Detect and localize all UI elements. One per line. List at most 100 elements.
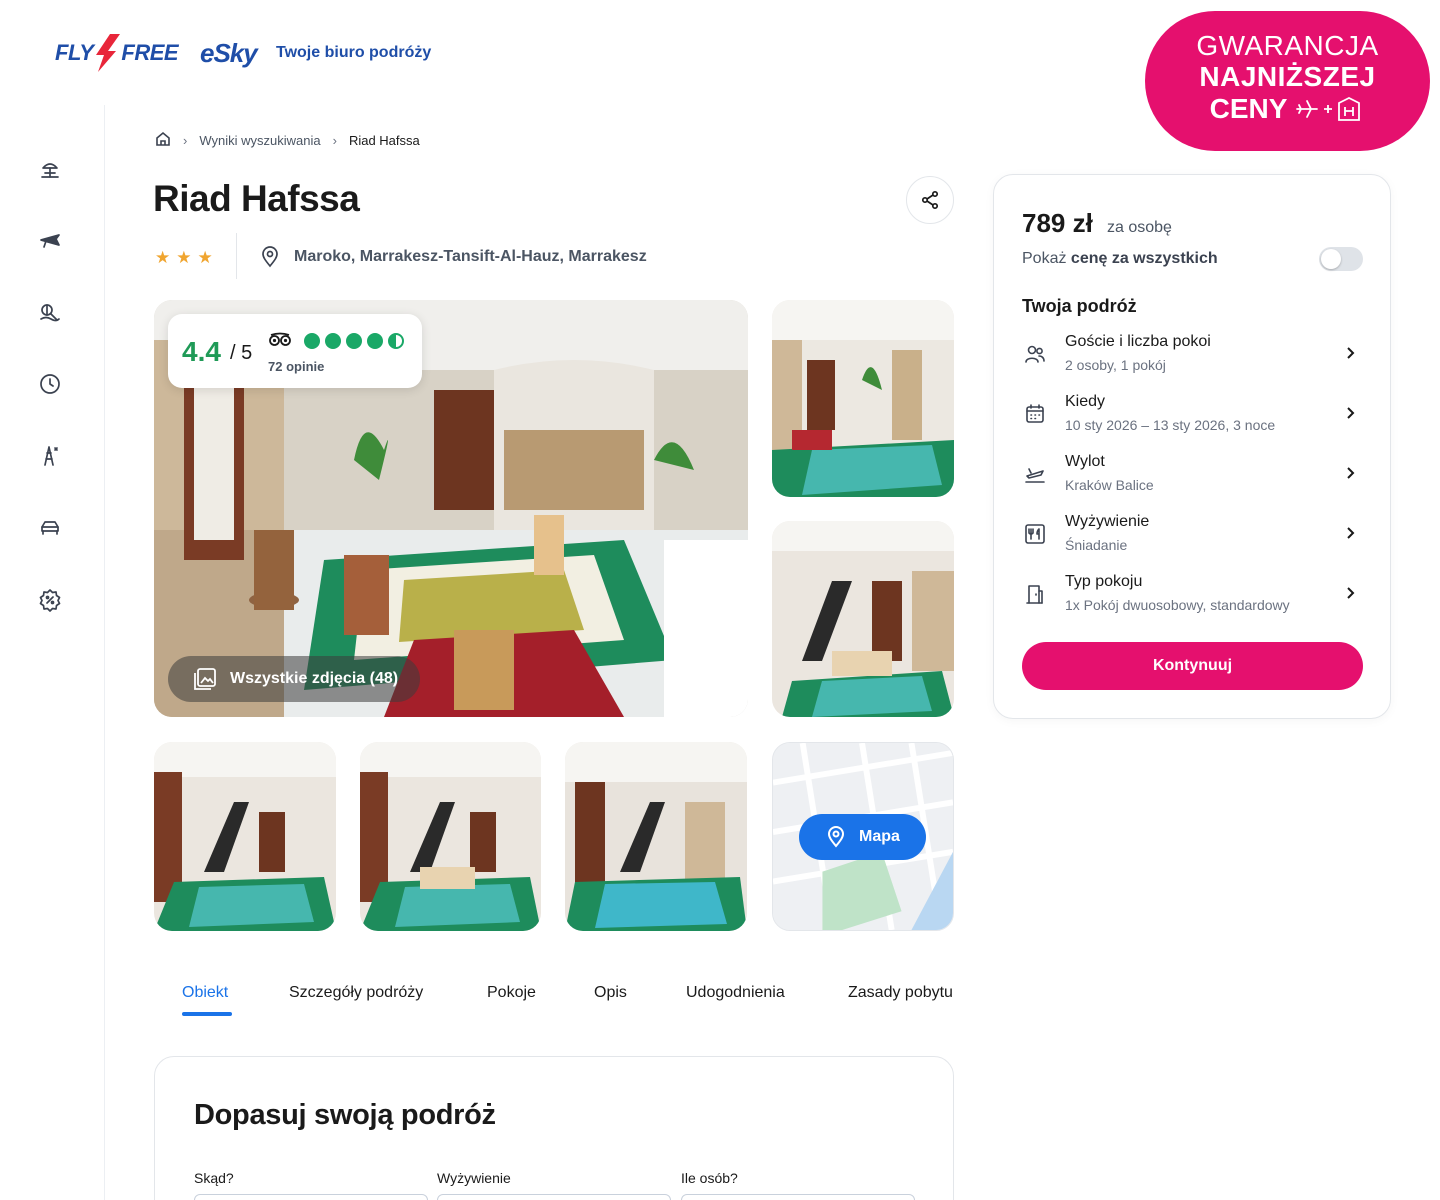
tab-pokoje[interactable]: Pokoje: [487, 984, 536, 1002]
option-dates[interactable]: Kiedy 10 sty 2026 – 13 sty 2026, 3 noce: [1022, 393, 1362, 443]
all-photos-label: Wszystkie zdjęcia (48): [230, 670, 399, 687]
lowest-price-guarantee-badge[interactable]: GWARANCJA NAJNIŻSZEJ CENY: [1145, 11, 1430, 151]
rating-card[interactable]: 4.4 / 5 72 opinie: [168, 314, 422, 388]
show-total-prefix: Pokaż: [1022, 250, 1067, 267]
car-icon[interactable]: [38, 516, 62, 540]
price-per-person-label: za osobę: [1107, 219, 1172, 236]
option-meals[interactable]: Wyżywienie Śniadanie: [1022, 513, 1362, 563]
hotel-title: Riad Hafssa: [153, 178, 360, 219]
rating-out-of: / 5: [230, 342, 253, 364]
courtyard-photo: [772, 300, 954, 497]
option-guests-rooms[interactable]: Goście i liczba pokoi 2 osoby, 1 pokój: [1022, 333, 1362, 383]
option-departure[interactable]: Wylot Kraków Balice: [1022, 453, 1362, 503]
breadcrumb-current: Riad Hafssa: [348, 133, 420, 148]
share-icon: [921, 190, 939, 210]
section-tabs: Obiekt Szczegóły podróży Pokoje Opis Udo…: [154, 970, 954, 1020]
bubble-full-icon: [304, 333, 320, 349]
all-photos-button[interactable]: Wszystkie zdjęcia (48): [168, 656, 420, 702]
tripadvisor-owl-icon: [269, 332, 291, 346]
option-value: 10 sty 2026 – 13 sty 2026, 3 noce: [1065, 417, 1276, 433]
courtyard-photo: [360, 742, 541, 931]
continue-button[interactable]: Kontynuuj: [1022, 642, 1363, 690]
map-button-label: Mapa: [859, 828, 900, 845]
home-icon[interactable]: [155, 131, 171, 150]
hotel-location[interactable]: Maroko, Marrakesz-Tansift-Al-Hauz, Marra…: [258, 245, 647, 269]
gallery-photo[interactable]: [772, 300, 954, 497]
gallery-photo[interactable]: [154, 742, 336, 931]
plane-plus-hotel-icon: [1296, 96, 1361, 121]
guests-field-label: Ile osób?: [681, 1170, 738, 1186]
beach-umbrella-icon[interactable]: [38, 157, 62, 181]
star-icon: ★: [197, 248, 213, 267]
booking-card: 789 zł za osobę Pokaż cenę za wszystkich…: [993, 174, 1391, 719]
courtyard-stairs-photo: [772, 521, 954, 717]
adjust-trip-title: Dopasuj swoją podróż: [194, 1099, 496, 1131]
option-value: 1x Pokój dwuosobowy, standardowy: [1065, 597, 1290, 613]
guarantee-line-1: GWARANCJA: [1196, 30, 1379, 61]
option-room-type[interactable]: Typ pokoju 1x Pokój dwuosobowy, standard…: [1022, 573, 1362, 623]
your-trip-title: Twoja podróż: [1022, 296, 1137, 316]
show-total-price-label: Pokaż cenę za wszystkich: [1022, 250, 1218, 268]
adjust-trip-card: Dopasuj swoją podróż Skąd? Wyżywienie Il…: [154, 1056, 954, 1200]
guests-field[interactable]: [681, 1194, 915, 1200]
rating-score: 4.4: [182, 336, 221, 367]
show-total-bold: cenę za wszystkich: [1070, 250, 1218, 267]
chevron-right-icon: [1340, 343, 1360, 363]
plane-takeoff-icon: [1024, 463, 1046, 485]
option-label: Wylot: [1065, 453, 1105, 470]
calendar-icon: [1024, 403, 1046, 425]
price: 789 zł: [1022, 208, 1093, 238]
guarantee-line-3: CENY: [1209, 93, 1288, 124]
chevron-right-icon: [1340, 583, 1360, 603]
clock-icon[interactable]: [38, 372, 62, 396]
share-button[interactable]: [906, 176, 954, 224]
gallery-photo[interactable]: [772, 521, 954, 717]
hotel-location-text: Maroko, Marrakesz-Tansift-Al-Hauz, Marra…: [294, 248, 647, 265]
active-tab-indicator: [182, 1012, 232, 1016]
option-label: Wyżywienie: [1065, 513, 1150, 530]
island-icon[interactable]: [38, 300, 62, 324]
left-sidebar: [0, 105, 105, 1200]
header: FLY FREE eSky Twoje biuro podróży GWARAN…: [0, 0, 1440, 151]
location-pin-icon: [262, 246, 278, 268]
location-pin-icon: [827, 826, 845, 848]
door-icon: [1024, 583, 1046, 605]
hotel-stars: ★ ★ ★: [155, 249, 213, 266]
esky-logo[interactable]: eSky: [200, 38, 258, 69]
bubble-full-icon: [346, 333, 362, 349]
gallery-photo[interactable]: [565, 742, 747, 931]
flyfree-bolt-icon: [96, 34, 121, 72]
courtyard-photo: [154, 742, 336, 931]
courtyard-photo: [565, 742, 747, 931]
flyfree-logo[interactable]: FLY FREE: [55, 34, 179, 72]
board-field[interactable]: [437, 1194, 671, 1200]
guests-icon: [1024, 343, 1046, 365]
tab-obiekt[interactable]: Obiekt: [182, 984, 228, 1002]
from-field[interactable]: [194, 1194, 428, 1200]
gallery-photo[interactable]: [360, 742, 541, 931]
bubble-half-icon: [388, 333, 404, 349]
eiffel-tower-icon[interactable]: [38, 444, 62, 468]
chevron-right-icon: [1340, 463, 1360, 483]
breadcrumb: › Wyniki wyszukiwania › Riad Hafssa: [155, 131, 420, 150]
tab-szczegoly-podrozy[interactable]: Szczegóły podróży: [289, 984, 423, 1002]
option-value: Kraków Balice: [1065, 477, 1154, 493]
tab-udogodnienia[interactable]: Udogodnienia: [686, 984, 785, 1002]
guarantee-line-2: NAJNIŻSZEJ: [1199, 61, 1376, 92]
option-value: 2 osoby, 1 pokój: [1065, 357, 1166, 373]
chevron-right-icon: [1340, 523, 1360, 543]
chevron-right-icon: [1340, 403, 1360, 423]
map-button[interactable]: Mapa: [799, 814, 926, 860]
guarantee-line-3-row: CENY: [1145, 93, 1430, 125]
tagline: Twoje biuro podróży: [276, 44, 432, 61]
tab-opis[interactable]: Opis: [594, 984, 627, 1002]
discount-icon[interactable]: [38, 588, 62, 612]
breadcrumb-search-results[interactable]: Wyniki wyszukiwania: [199, 133, 320, 148]
plane-icon[interactable]: [38, 228, 62, 252]
total-price-toggle[interactable]: [1319, 247, 1363, 271]
photos-icon: [194, 668, 216, 690]
flyfree-logo-right: FREE: [121, 40, 179, 65]
tab-zasady-pobytu[interactable]: Zasady pobytu: [848, 984, 953, 1002]
option-label: Goście i liczba pokoi: [1065, 333, 1211, 350]
reviews-count[interactable]: 72 opinie: [268, 359, 324, 374]
